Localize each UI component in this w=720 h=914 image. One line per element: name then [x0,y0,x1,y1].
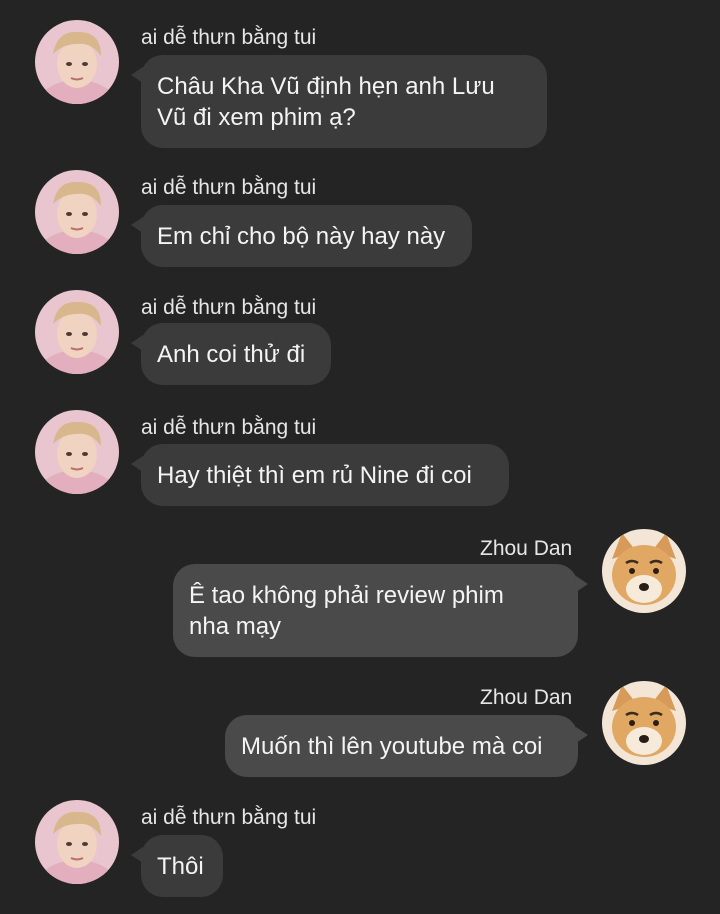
message-text: Em chỉ cho bộ này hay này [157,223,446,250]
message-text: Muốn thì lên youtube mà coi [241,733,543,760]
person-avatar-icon [35,290,119,374]
message-bubble[interactable]: Ê tao không phải review phim nha mạy [173,564,588,657]
sender-name: ai dễ thưn bằng tui [141,296,317,319]
sender-name: ai dễ thưn bằng tui [141,416,317,439]
person-avatar-icon [35,170,119,254]
sender-name: Zhou Dan [480,686,573,709]
message-bubble[interactable]: Anh coi thử đi [131,323,331,385]
message-bubble[interactable]: Hay thiệt thì em rủ Nine đi coi [131,444,509,506]
message-text: Ê tao không phải review phim nha mạy [189,582,504,640]
message-text: Hay thiệt thì em rủ Nine đi coi [157,462,472,489]
sender-avatar[interactable] [602,529,686,613]
person-avatar-icon [35,800,119,884]
message-bubble[interactable]: Châu Kha Vũ định hẹn anh Lưu Vũ đi xem p… [131,55,547,148]
sender-avatar[interactable] [35,800,119,884]
message-bubble[interactable]: Em chỉ cho bộ này hay này [131,205,472,267]
person-avatar-icon [35,410,119,494]
dog-avatar-icon [602,681,686,765]
message-text: Thôi [157,853,204,880]
sender-avatar[interactable] [35,290,119,374]
person-avatar-icon [35,20,119,104]
sender-name: ai dễ thưn bằng tui [141,26,317,49]
dog-avatar-icon [602,529,686,613]
sender-name: Zhou Dan [480,537,573,560]
sender-name: ai dễ thưn bằng tui [141,176,317,199]
message-text: Anh coi thử đi [157,341,306,368]
sender-avatar[interactable] [602,681,686,765]
sender-avatar[interactable] [35,20,119,104]
message-bubble[interactable]: Muốn thì lên youtube mà coi [225,715,588,777]
message-bubble[interactable]: Thôi [131,835,223,897]
message-text: Châu Kha Vũ định hẹn anh Lưu Vũ đi xem p… [157,73,495,131]
sender-avatar[interactable] [35,170,119,254]
sender-name: ai dễ thưn bằng tui [141,806,317,829]
sender-avatar[interactable] [35,410,119,494]
